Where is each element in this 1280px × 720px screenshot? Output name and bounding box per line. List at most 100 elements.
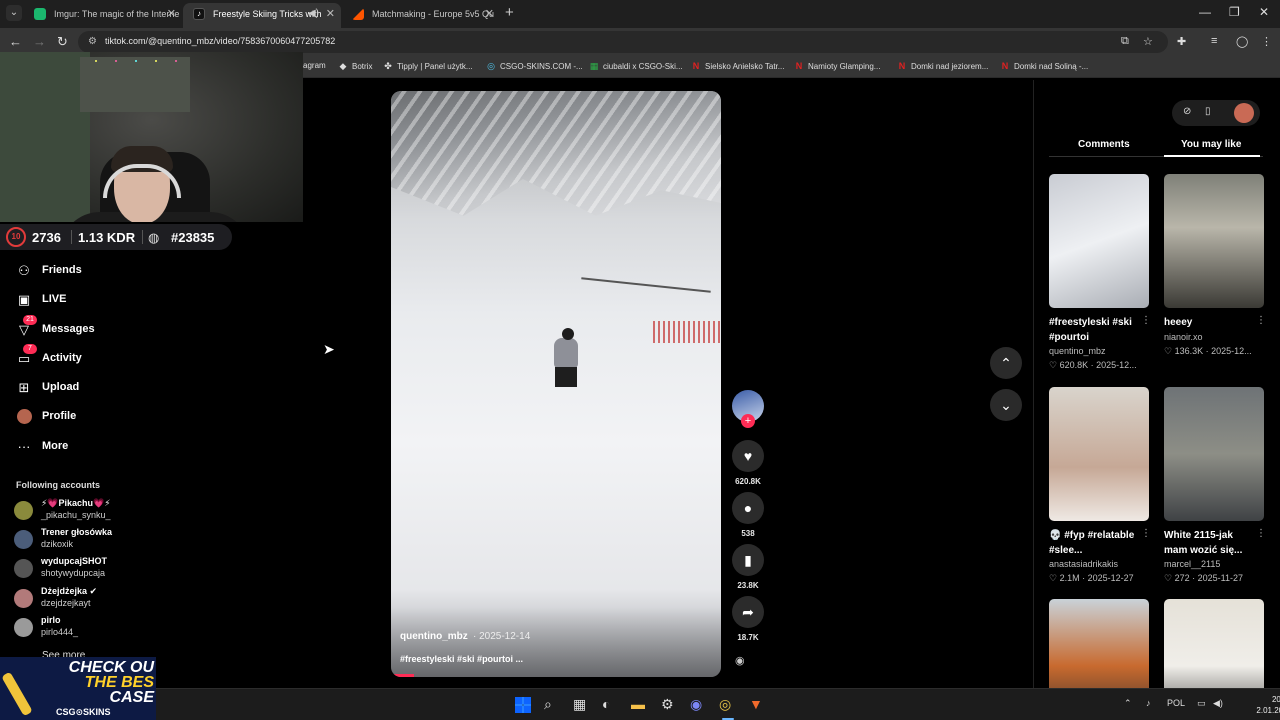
card-author[interactable]: marcel__2115	[1164, 559, 1264, 569]
browser-menu-icon[interactable]: ⋮	[1261, 35, 1272, 48]
tray-overflow-icon[interactable]: ⌃	[1124, 698, 1132, 709]
compass-icon[interactable]: ⊘	[1183, 106, 1191, 117]
card-title[interactable]: White 2115-jak mam wozić się...	[1164, 528, 1254, 558]
volume-icon[interactable]: ◀)	[1213, 698, 1223, 709]
profile-icon[interactable]: ◯	[1236, 35, 1248, 48]
video-progress-bar[interactable]	[391, 674, 415, 677]
bookmark-item[interactable]: N Domki nad Soliną -...	[1000, 61, 1089, 71]
following-account-row[interactable]: ⚡💗Pikachu💗⚡ _pikachu_synku_	[14, 498, 174, 524]
system-clock[interactable]: 20:12 2.01.2026	[1242, 694, 1280, 716]
video-thumbnail[interactable]	[1049, 599, 1149, 688]
tab-title: Freestyle Skiing Tricks with	[213, 9, 322, 19]
language-indicator[interactable]: POL	[1167, 698, 1185, 708]
video-thumbnail[interactable]	[1164, 387, 1264, 521]
card-author[interactable]: anastasiadrikakis	[1049, 559, 1149, 569]
address-bar[interactable]: ⚙ tiktok.com/@quentino_mbz/video/7583670…	[78, 31, 1168, 53]
music-disc-icon[interactable]: ◉	[735, 654, 745, 667]
device-icon[interactable]: ▯	[1205, 106, 1211, 117]
video-player[interactable]: quentino_mbz · 2025-12-14 #freestyleski …	[391, 91, 721, 677]
settings-icon[interactable]: ⚙	[661, 696, 674, 713]
minimize-icon[interactable]: —	[1199, 5, 1211, 19]
url-text[interactable]: tiktok.com/@quentino_mbz/video/758367006…	[105, 36, 335, 46]
recommended-video-card[interactable]: 💀 #fyp #relatable #slee... ⋮ anastasiadr…	[1049, 387, 1151, 587]
sidebar-item-label: More	[42, 440, 69, 452]
card-title[interactable]: 💀 #fyp #relatable #slee...	[1049, 528, 1139, 558]
forward-icon[interactable]: →	[33, 34, 46, 49]
site-info-icon[interactable]: ⚙	[88, 36, 97, 47]
microphone-icon[interactable]: ♪	[1146, 698, 1151, 708]
new-tab-button[interactable]: +	[505, 4, 514, 21]
bookmark-item[interactable]: N Sielsko Anielsko Tatr...	[691, 61, 785, 71]
card-title[interactable]: #freestyleski #ski #pourtoi	[1049, 315, 1139, 345]
following-account-row[interactable]: Trener głosówka dzikoxik	[14, 527, 174, 553]
tab-you-may-like[interactable]: You may like	[1181, 139, 1241, 150]
previous-video-button[interactable]: ⌃	[990, 347, 1022, 379]
chrome-icon[interactable]: ◎	[719, 696, 731, 713]
video-thumbnail[interactable]	[1049, 174, 1149, 308]
video-thumbnail[interactable]	[1164, 599, 1264, 688]
share-button[interactable]: ➦	[732, 596, 764, 628]
follow-plus-icon[interactable]: +	[741, 414, 755, 428]
close-icon[interactable]: ✕	[485, 3, 494, 25]
save-button[interactable]: ▮	[732, 544, 764, 576]
card-author[interactable]: quentino_mbz	[1049, 346, 1149, 356]
more-options-icon[interactable]: ⋮	[1256, 528, 1266, 539]
close-window-icon[interactable]: ✕	[1259, 5, 1269, 19]
account-name: Trener głosówka	[41, 527, 113, 537]
like-button[interactable]: ♥	[732, 440, 764, 472]
bookmark-item[interactable]: ◆ Botrix	[338, 61, 373, 72]
user-avatar[interactable]	[1234, 103, 1254, 123]
search-icon[interactable]: ⌕	[544, 696, 552, 713]
bookmark-item[interactable]: ◎ CSGO-SKINS.COM -...	[486, 61, 583, 72]
recommended-video-card[interactable]	[1049, 599, 1149, 688]
bookmark-item[interactable]: ▦ ciubaldi x CSGO-Ski...	[589, 61, 683, 72]
speaker-icon[interactable]: ◀)	[308, 3, 319, 25]
more-options-icon[interactable]: ⋮	[1141, 528, 1151, 539]
back-icon[interactable]: ←	[9, 34, 22, 49]
close-icon[interactable]: ✕	[167, 3, 176, 25]
video-thumbnail[interactable]	[1049, 387, 1149, 521]
extensions-icon[interactable]: ✚	[1177, 35, 1186, 48]
recommended-video-card[interactable]: heeey ⋮ nianoir.xo ♡ 136.3K · 2025-12...	[1164, 174, 1266, 374]
folder-icon[interactable]: ▬	[631, 696, 645, 712]
steam-icon[interactable]: ◐	[602, 696, 610, 712]
network-icon[interactable]: ▭	[1197, 698, 1206, 709]
close-icon[interactable]: ✕	[326, 3, 335, 25]
comment-button[interactable]: ●	[732, 492, 764, 524]
video-caption[interactable]: #freestyleski #ski #pourtoi ...	[400, 654, 523, 664]
more-options-icon[interactable]: ⋮	[1141, 315, 1151, 326]
card-author[interactable]: nianoir.xo	[1164, 332, 1264, 342]
recommended-video-card[interactable]: White 2115-jak mam wozić się... ⋮ marcel…	[1164, 387, 1266, 587]
bookmark-item[interactable]: N Namioty Glamping...	[794, 61, 881, 71]
bookmark-star-icon[interactable]: ☆	[1143, 35, 1153, 48]
discord-icon[interactable]: ◉	[690, 696, 702, 713]
following-account-row[interactable]: wydupcajSHOT shotywydupcaja	[14, 556, 174, 582]
recommended-video-card[interactable]: #freestyleski #ski #pourtoi ⋮ quentino_m…	[1049, 174, 1151, 374]
video-thumbnail[interactable]	[1164, 174, 1264, 308]
tab-search-button[interactable]: ⌄	[6, 5, 22, 21]
media-control-icon[interactable]: ≡	[1211, 35, 1217, 47]
restore-icon[interactable]: ❐	[1229, 5, 1240, 19]
card-title[interactable]: heeey	[1164, 315, 1254, 330]
reload-icon[interactable]: ↻	[57, 34, 68, 50]
following-account-row[interactable]: Dżejdżejka ✔ dzejdzejkayt	[14, 586, 174, 612]
bookmark-item[interactable]: N Domki nad jeziorem...	[897, 61, 989, 71]
tab-comments[interactable]: Comments	[1078, 139, 1130, 150]
video-author-link[interactable]: quentino_mbz	[400, 631, 468, 642]
brave-icon[interactable]: ▼	[749, 696, 763, 712]
install-app-icon[interactable]: ⧉	[1121, 35, 1129, 48]
windows-start-icon[interactable]	[515, 697, 531, 713]
next-video-button[interactable]: ⌄	[990, 389, 1022, 421]
more-options-icon[interactable]: ⋮	[1256, 315, 1266, 326]
csgo-skins-ad[interactable]: CHECK OU THE BES CASE CSG⊙SKINS	[0, 657, 156, 720]
bookmark-item[interactable]: ✤ Tipply | Panel użytk...	[383, 61, 472, 72]
fairy-light	[175, 60, 177, 62]
tab-tiktok[interactable]: ♪ Freestyle Skiing Tricks with ◀) ✕	[183, 3, 341, 28]
bookmark-item[interactable]: agram	[303, 61, 326, 70]
recommended-video-card[interactable]	[1164, 599, 1264, 688]
store-icon[interactable]: ▦	[573, 696, 586, 713]
tab-faceit[interactable]: Matchmaking - Europe 5v5 Qu ✕	[342, 3, 500, 28]
video-chairlift	[581, 277, 711, 293]
following-account-row[interactable]: pirlo pirlo444_	[14, 615, 174, 641]
tab-imgur[interactable]: Imgur: The magic of the Interne ✕	[24, 3, 182, 28]
